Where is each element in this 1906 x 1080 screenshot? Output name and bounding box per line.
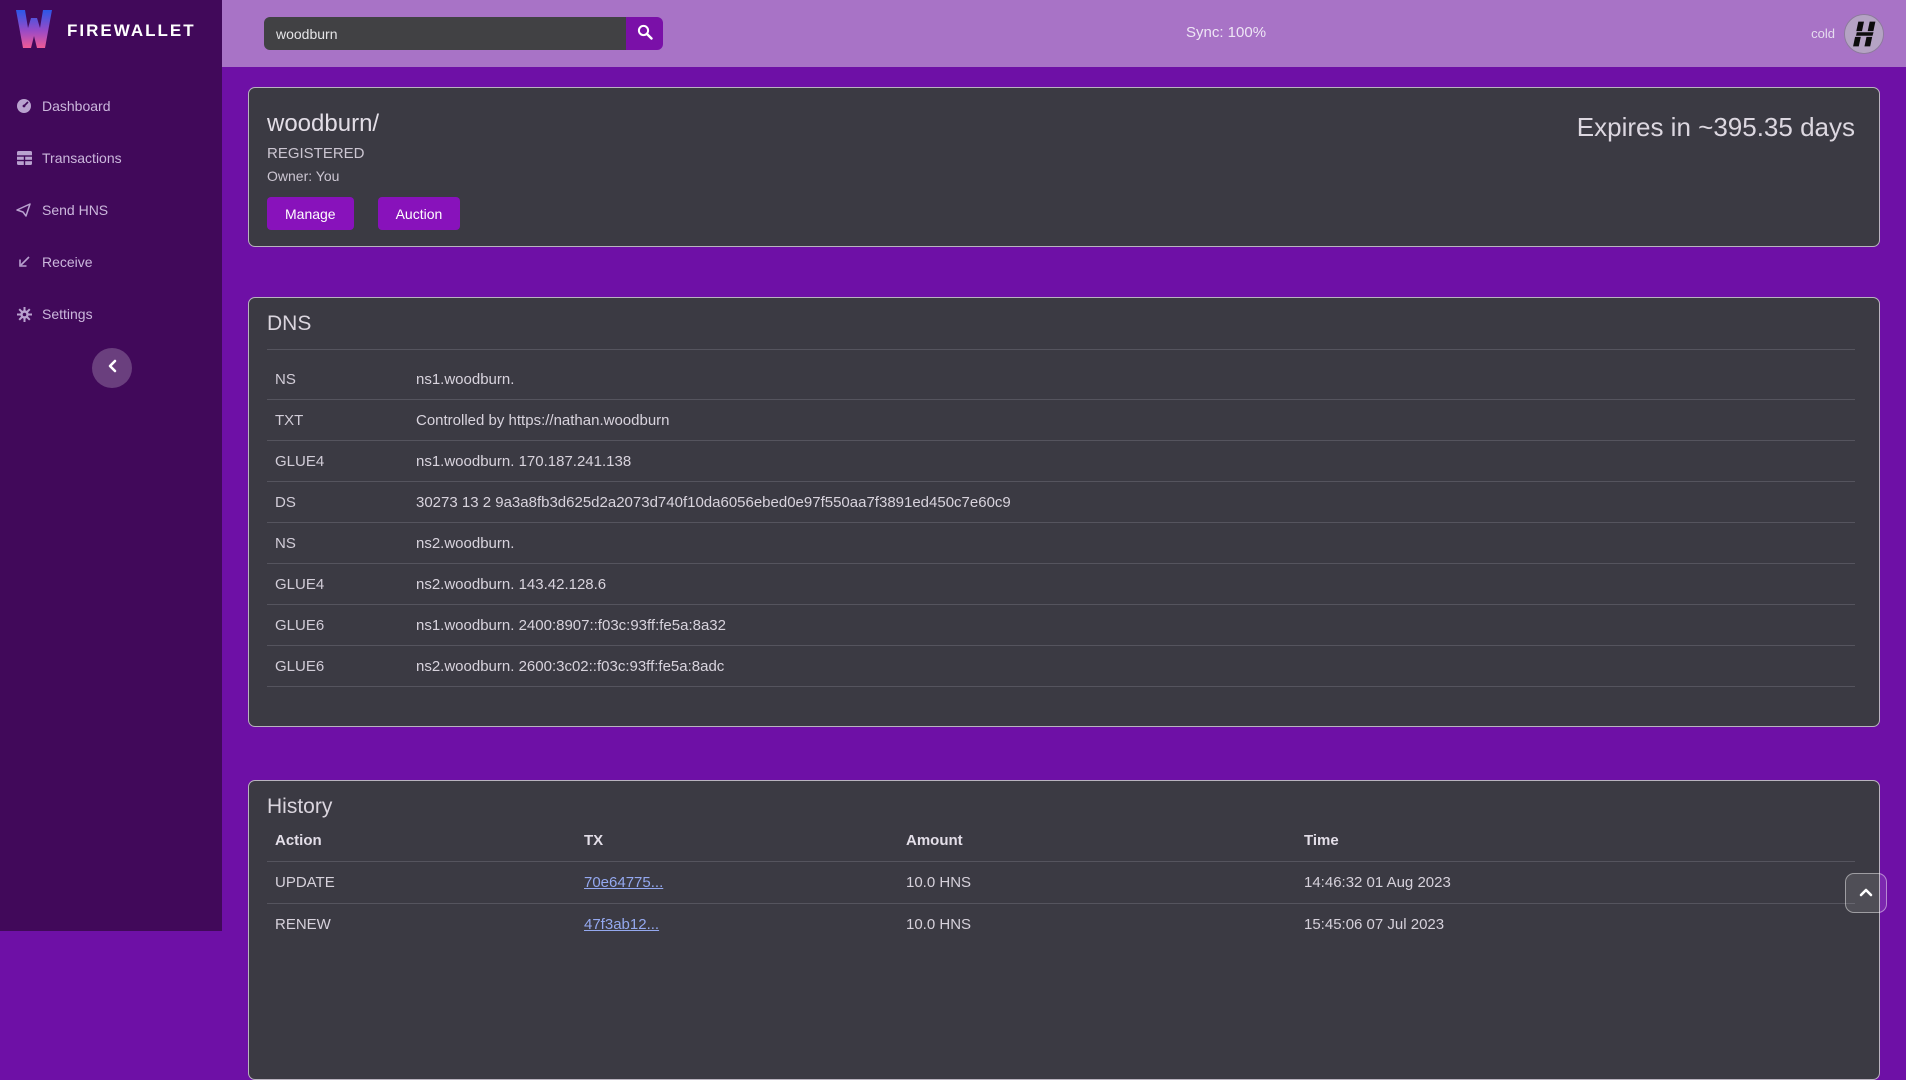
dns-record-value: 30273 13 2 9a3a8fb3d625d2a2073d740f10da6… (416, 494, 1011, 511)
dns-record-row: GLUE6 ns1.woodburn. 2400:8907::f03c:93ff… (267, 605, 1855, 646)
dns-record-type: DS (275, 494, 416, 511)
history-amount: 10.0 HNS (906, 874, 1304, 891)
dns-record-type: TXT (275, 412, 416, 429)
domain-card: woodburn/ REGISTERED Owner: You Manage A… (248, 87, 1880, 247)
gear-icon (16, 306, 32, 322)
topbar: Sync: 100% cold (222, 0, 1906, 67)
dns-record-row: NS ns2.woodburn. (267, 523, 1855, 564)
dashboard-gauge-icon (16, 98, 32, 114)
dns-record-value: ns1.woodburn. 2400:8907::f03c:93ff:fe5a:… (416, 617, 726, 634)
history-card: History Action TX Amount Time UPDATE 70e… (248, 780, 1880, 1080)
domain-expiry: Expires in ~395.35 days (1577, 112, 1855, 228)
sidebar-item-transactions[interactable]: Transactions (0, 132, 222, 184)
history-header-row: Action TX Amount Time (267, 819, 1855, 861)
dns-table: NS ns1.woodburn. TXT Controlled by https… (267, 359, 1855, 687)
sidebar: FIREWALLET Dashboard Tran (0, 0, 222, 931)
handshake-avatar-icon[interactable] (1844, 14, 1884, 54)
search-input[interactable] (264, 17, 626, 50)
dns-record-value: ns2.woodburn. (416, 535, 514, 552)
dns-record-type: NS (275, 371, 416, 388)
dns-title: DNS (267, 312, 1855, 336)
manage-button[interactable]: Manage (267, 197, 354, 230)
history-col-action: Action (275, 832, 584, 849)
sidebar-collapse-button[interactable] (92, 348, 132, 388)
main-content: woodburn/ REGISTERED Owner: You Manage A… (222, 67, 1906, 931)
sidebar-item-send-hns[interactable]: Send HNS (0, 184, 222, 236)
sidebar-nav: Dashboard Transactions Send HNS (0, 80, 222, 340)
dns-record-value: ns1.woodburn. 170.187.241.138 (416, 453, 631, 470)
history-action: UPDATE (275, 874, 584, 891)
dns-record-type: GLUE6 (275, 658, 416, 675)
domain-card-left: woodburn/ REGISTERED Owner: You Manage A… (267, 102, 460, 228)
dns-record-type: GLUE6 (275, 617, 416, 634)
sidebar-item-label: Dashboard (42, 98, 111, 114)
history-amount: 10.0 HNS (906, 916, 1304, 933)
history-col-time: Time (1304, 832, 1855, 849)
dns-record-row: TXT Controlled by https://nathan.woodbur… (267, 400, 1855, 441)
receive-arrow-icon (16, 254, 32, 270)
dns-record-row: GLUE6 ns2.woodburn. 2600:3c02::f03c:93ff… (267, 646, 1855, 687)
wallet-name: cold (1811, 26, 1835, 41)
dns-record-type: NS (275, 535, 416, 552)
domain-status: REGISTERED (267, 145, 460, 162)
history-row: UPDATE 70e64775... 10.0 HNS 14:46:32 01 … (267, 861, 1855, 903)
history-row: RENEW 47f3ab12... 10.0 HNS 15:45:06 07 J… (267, 903, 1855, 945)
sidebar-item-label: Transactions (42, 150, 122, 166)
dns-record-row: DS 30273 13 2 9a3a8fb3d625d2a2073d740f10… (267, 482, 1855, 523)
search-button[interactable] (626, 17, 663, 50)
domain-actions: Manage Auction (267, 197, 460, 230)
domain-owner: Owner: You (267, 168, 460, 184)
divider (267, 349, 1855, 350)
wallet-chip[interactable]: cold (1811, 0, 1884, 67)
tx-link[interactable]: 70e64775... (584, 874, 663, 891)
dns-record-row: NS ns1.woodburn. (267, 359, 1855, 400)
dns-record-type: GLUE4 (275, 453, 416, 470)
dns-record-row: GLUE4 ns2.woodburn. 143.42.128.6 (267, 564, 1855, 605)
dns-record-row: GLUE4 ns1.woodburn. 170.187.241.138 (267, 441, 1855, 482)
search-bar (264, 17, 663, 50)
history-title: History (267, 795, 1855, 819)
sidebar-item-label: Receive (42, 254, 93, 270)
send-icon (16, 202, 32, 218)
dns-record-type: GLUE4 (275, 576, 416, 593)
sidebar-item-label: Settings (42, 306, 93, 322)
history-time: 14:46:32 01 Aug 2023 (1304, 874, 1855, 891)
dns-record-value: Controlled by https://nathan.woodburn (416, 412, 670, 429)
sidebar-item-receive[interactable]: Receive (0, 236, 222, 288)
history-col-amount: Amount (906, 832, 1304, 849)
history-col-tx: TX (584, 832, 906, 849)
brand-name: FIREWALLET (67, 21, 196, 41)
dns-record-value: ns2.woodburn. 143.42.128.6 (416, 576, 606, 593)
dns-record-value: ns2.woodburn. 2600:3c02::f03c:93ff:fe5a:… (416, 658, 724, 675)
tx-link[interactable]: 47f3ab12... (584, 916, 659, 933)
firewallet-logo-icon (14, 8, 54, 55)
brand: FIREWALLET (0, 0, 222, 62)
search-icon (637, 24, 653, 43)
auction-button[interactable]: Auction (378, 197, 461, 230)
sidebar-item-label: Send HNS (42, 202, 108, 218)
table-icon (16, 150, 32, 166)
sync-status: Sync: 100% (1186, 24, 1266, 41)
dns-card: DNS NS ns1.woodburn. TXT Controlled by h… (248, 297, 1880, 727)
chevron-up-icon (1859, 884, 1873, 902)
sidebar-item-settings[interactable]: Settings (0, 288, 222, 340)
domain-name: woodburn/ (267, 110, 460, 138)
dns-record-value: ns1.woodburn. (416, 371, 514, 388)
scroll-to-top-button[interactable] (1845, 873, 1887, 913)
chevron-left-icon (107, 359, 117, 378)
history-action: RENEW (275, 916, 584, 933)
history-time: 15:45:06 07 Jul 2023 (1304, 916, 1855, 933)
sidebar-item-dashboard[interactable]: Dashboard (0, 80, 222, 132)
